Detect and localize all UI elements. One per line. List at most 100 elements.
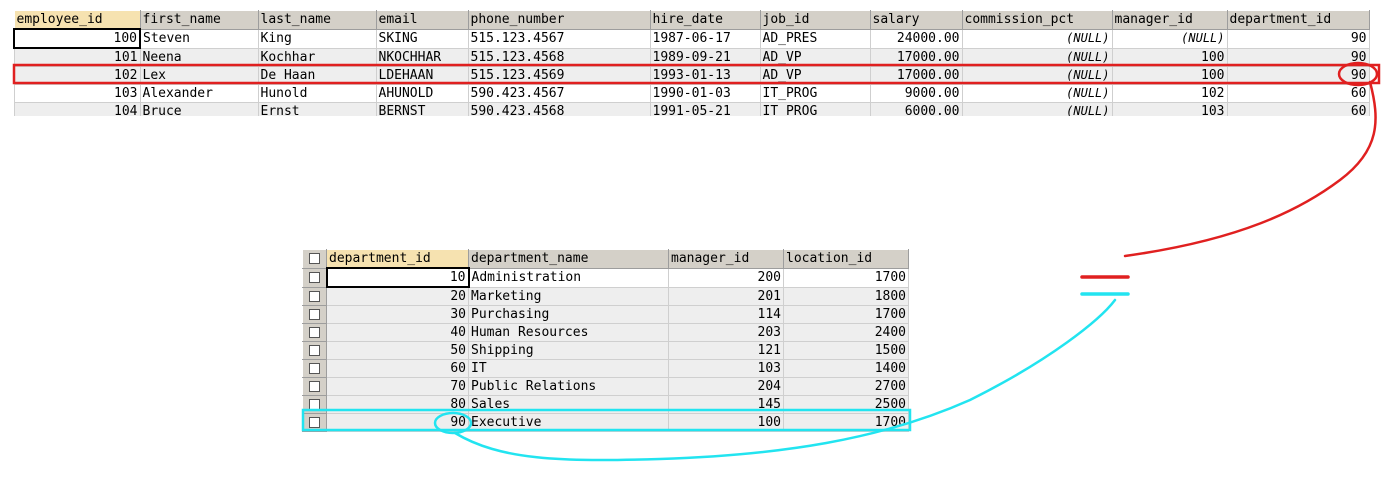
cell-hire-date[interactable]: 1990-01-03 <box>649 84 761 103</box>
cell-email[interactable]: AHUNOLD <box>375 84 469 103</box>
col-header-department-id[interactable]: department_id <box>326 249 469 269</box>
cell-manager-id[interactable]: 114 <box>668 305 784 324</box>
cell-department-id[interactable]: 30 <box>326 305 469 324</box>
cell-job-id[interactable]: AD_PRES <box>759 28 871 49</box>
row-checkbox[interactable] <box>302 267 327 288</box>
cell-first-name[interactable]: Lex <box>139 66 259 85</box>
col-header-job-id[interactable]: job_id <box>759 10 871 30</box>
table-row[interactable]: 101 Neena Kochhar NKOCHHAR 515.123.4568 … <box>13 47 1370 67</box>
cell-salary[interactable]: 24000.00 <box>869 28 963 49</box>
cell-department-id[interactable]: 90 <box>1226 66 1370 85</box>
row-checkbox[interactable] <box>302 377 327 396</box>
cell-phone-number[interactable]: 515.123.4569 <box>467 66 651 85</box>
cell-hire-date[interactable]: 1991-05-21 <box>649 102 761 116</box>
cell-last-name[interactable]: De Haan <box>257 66 377 85</box>
cell-manager-id[interactable]: 201 <box>668 286 784 306</box>
table-row[interactable]: 100 Steven King SKING 515.123.4567 1987-… <box>13 28 1370 49</box>
cell-department-id[interactable]: 60 <box>1226 84 1370 103</box>
cell-job-id[interactable]: IT_PROG <box>759 84 871 103</box>
cell-department-id[interactable]: 90 <box>1226 28 1370 49</box>
cell-email[interactable]: LDEHAAN <box>375 66 469 85</box>
cell-department-id[interactable]: 20 <box>326 286 469 306</box>
cell-department-id[interactable]: 70 <box>326 377 469 396</box>
cell-salary[interactable]: 17000.00 <box>869 47 963 67</box>
table-row[interactable]: 102 Lex De Haan LDEHAAN 515.123.4569 199… <box>13 66 1370 85</box>
cell-salary[interactable]: 17000.00 <box>869 66 963 85</box>
col-header-phone-number[interactable]: phone_number <box>467 10 651 30</box>
cell-first-name[interactable]: Steven <box>139 28 259 49</box>
cell-first-name[interactable]: Alexander <box>139 84 259 103</box>
table-row[interactable]: 40 Human Resources 203 2400 <box>302 323 909 342</box>
table-row[interactable]: 103 Alexander Hunold AHUNOLD 590.423.456… <box>13 84 1370 103</box>
cell-location-id[interactable]: 2400 <box>783 323 909 342</box>
cell-location-id[interactable]: 1500 <box>783 341 909 360</box>
cell-department-name[interactable]: Purchasing <box>468 305 669 324</box>
table-row[interactable]: 104 Bruce Ernst BERNST 590.423.4568 1991… <box>13 102 1370 116</box>
col-header-department-id[interactable]: department_id <box>1226 10 1370 30</box>
cell-manager-id[interactable]: 102 <box>1111 84 1228 103</box>
cell-employee-id[interactable]: 103 <box>13 84 141 103</box>
cell-department-name[interactable]: Human Resources <box>468 323 669 342</box>
cell-manager-id[interactable]: 203 <box>668 323 784 342</box>
cell-last-name[interactable]: Ernst <box>257 102 377 116</box>
cell-first-name[interactable]: Neena <box>139 47 259 67</box>
cell-department-name[interactable]: IT <box>468 359 669 378</box>
cell-location-id[interactable]: 2500 <box>783 395 909 414</box>
cell-phone-number[interactable]: 590.423.4567 <box>467 84 651 103</box>
col-header-location-id[interactable]: location_id <box>783 249 909 269</box>
cell-commission-pct[interactable]: (NULL) <box>961 66 1113 85</box>
cell-department-id[interactable]: 50 <box>326 341 469 360</box>
table-row[interactable]: 30 Purchasing 114 1700 <box>302 305 909 324</box>
cell-location-id[interactable]: 1800 <box>783 286 909 306</box>
cell-hire-date[interactable]: 1987-06-17 <box>649 28 761 49</box>
cell-manager-id[interactable]: 103 <box>668 359 784 378</box>
row-checkbox[interactable] <box>302 341 327 360</box>
cell-job-id[interactable]: AD_VP <box>759 66 871 85</box>
cell-manager-id[interactable]: 100 <box>668 413 784 432</box>
col-header-first-name[interactable]: first_name <box>139 10 259 30</box>
cell-employee-id[interactable]: 104 <box>13 102 141 116</box>
cell-commission-pct[interactable]: (NULL) <box>961 102 1113 116</box>
cell-email[interactable]: SKING <box>375 28 469 49</box>
col-header-hire-date[interactable]: hire_date <box>649 10 761 30</box>
cell-department-name[interactable]: Marketing <box>468 286 669 306</box>
col-header-department-name[interactable]: department_name <box>468 249 669 269</box>
cell-phone-number[interactable]: 590.423.4568 <box>467 102 651 116</box>
cell-email[interactable]: NKOCHHAR <box>375 47 469 67</box>
cell-department-id[interactable]: 10 <box>325 267 470 288</box>
cell-hire-date[interactable]: 1989-09-21 <box>649 47 761 67</box>
cell-salary[interactable]: 9000.00 <box>869 84 963 103</box>
col-header-manager-id[interactable]: manager_id <box>1111 10 1228 30</box>
col-header-employee-id[interactable]: employee_id <box>13 10 141 30</box>
cell-location-id[interactable]: 1700 <box>783 413 909 432</box>
table-row[interactable]: 70 Public Relations 204 2700 <box>302 377 909 396</box>
row-checkbox[interactable] <box>302 305 327 324</box>
cell-commission-pct[interactable]: (NULL) <box>961 47 1113 67</box>
cell-location-id[interactable]: 1400 <box>783 359 909 378</box>
row-checkbox[interactable] <box>302 286 327 306</box>
cell-manager-id[interactable]: 100 <box>1111 66 1228 85</box>
table-row[interactable]: 60 IT 103 1400 <box>302 359 909 378</box>
row-checkbox[interactable] <box>302 413 327 432</box>
cell-manager-id[interactable]: 145 <box>668 395 784 414</box>
cell-department-id[interactable]: 40 <box>326 323 469 342</box>
row-checkbox[interactable] <box>302 359 327 378</box>
cell-location-id[interactable]: 2700 <box>783 377 909 396</box>
row-checkbox[interactable] <box>302 395 327 414</box>
cell-department-name[interactable]: Executive <box>468 413 669 432</box>
table-row[interactable]: 10 Administration 200 1700 <box>302 267 909 288</box>
cell-job-id[interactable]: IT_PROG <box>759 102 871 116</box>
table-row[interactable]: 80 Sales 145 2500 <box>302 395 909 414</box>
cell-department-name[interactable]: Administration <box>468 267 669 288</box>
cell-department-id[interactable]: 60 <box>326 359 469 378</box>
row-checkbox[interactable] <box>302 323 327 342</box>
cell-manager-id[interactable]: 103 <box>1111 102 1228 116</box>
col-header-manager-id[interactable]: manager_id <box>668 249 784 269</box>
cell-manager-id[interactable]: 121 <box>668 341 784 360</box>
cell-hire-date[interactable]: 1993-01-13 <box>649 66 761 85</box>
col-header-email[interactable]: email <box>375 10 469 30</box>
table-row[interactable]: 50 Shipping 121 1500 <box>302 341 909 360</box>
cell-last-name[interactable]: Hunold <box>257 84 377 103</box>
cell-department-id[interactable]: 90 <box>1226 47 1370 67</box>
col-header-last-name[interactable]: last_name <box>257 10 377 30</box>
